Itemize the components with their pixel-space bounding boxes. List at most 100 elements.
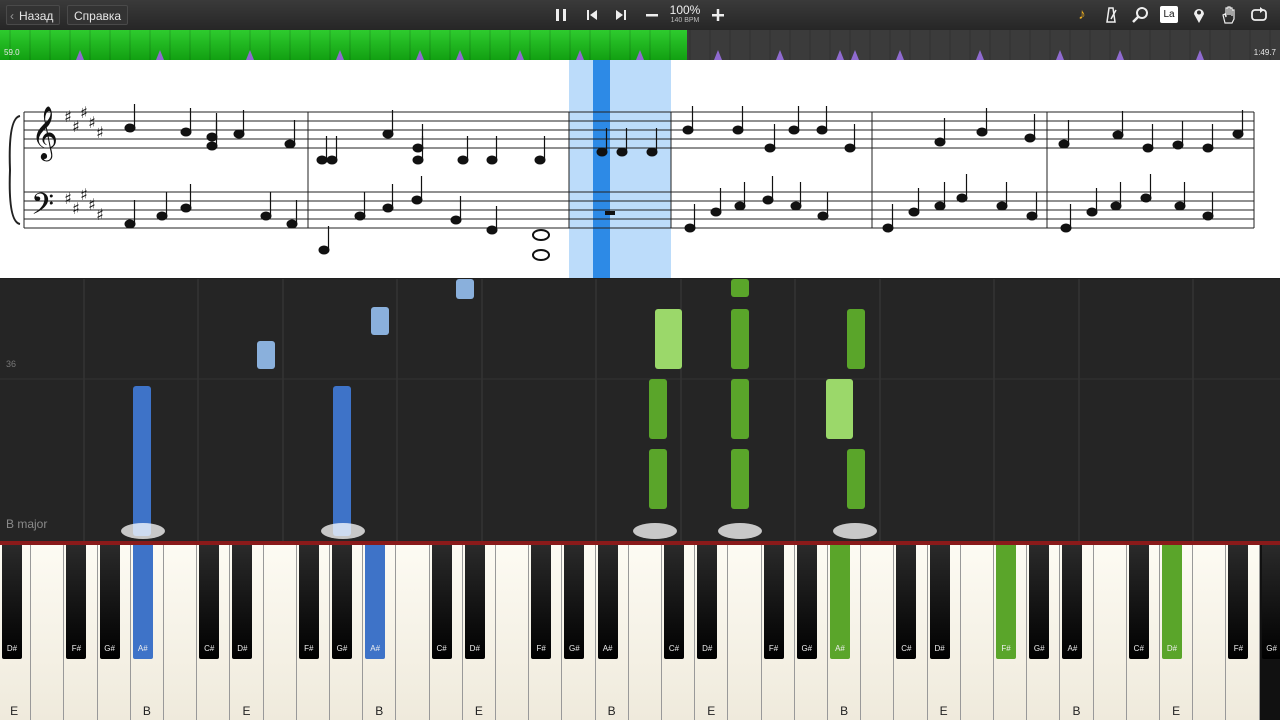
- black-key[interactable]: C#: [896, 545, 917, 659]
- black-key[interactable]: F#: [531, 545, 552, 659]
- piano-keyboard[interactable]: E B E B E B E B E B E D# F# G# A# C# D# F# G# A# C# D# F# G# A#…: [0, 541, 1280, 720]
- chevron-left-icon: ‹: [10, 9, 14, 23]
- note-head: [206, 141, 218, 151]
- black-key[interactable]: F#: [298, 545, 319, 659]
- svg-text:♯: ♯: [64, 107, 72, 126]
- timeline-start-time: 59.0: [4, 48, 20, 57]
- black-key[interactable]: F#: [1228, 545, 1249, 659]
- black-key[interactable]: A#: [597, 545, 618, 659]
- metronome-icon[interactable]: [1100, 4, 1122, 26]
- white-key-label: B: [375, 704, 384, 718]
- music-note-icon[interactable]: ♪: [1071, 4, 1093, 26]
- slower-minus-icon[interactable]: [641, 4, 663, 26]
- help-label: Справка: [74, 9, 122, 23]
- white-key[interactable]: [960, 545, 994, 720]
- black-key[interactable]: G#: [332, 545, 352, 659]
- white-key[interactable]: [628, 545, 662, 720]
- white-key[interactable]: [31, 545, 65, 720]
- skip-forward-icon[interactable]: [610, 4, 632, 26]
- svg-text:♯: ♯: [96, 123, 104, 142]
- sheet-music-notation: 𝄞 𝄢 ♯♯♯♯♯ ♯♯♯♯♯: [8, 60, 1255, 278]
- white-key[interactable]: [496, 545, 530, 720]
- svg-text:♯: ♯: [72, 199, 80, 218]
- back-button[interactable]: ‹ Назад: [6, 5, 61, 25]
- note-head: [486, 155, 498, 165]
- note-head: [1112, 130, 1124, 140]
- black-key[interactable]: D#: [929, 545, 950, 659]
- white-key[interactable]: [1093, 545, 1127, 720]
- loop-icon[interactable]: [1248, 4, 1270, 26]
- black-key[interactable]: F#: [66, 545, 87, 659]
- black-key-label: G#: [801, 644, 813, 653]
- black-key[interactable]: G#: [796, 545, 817, 659]
- note-head: [732, 125, 744, 135]
- black-key-label: F#: [1233, 644, 1244, 653]
- white-key[interactable]: [861, 545, 895, 720]
- black-key[interactable]: D#: [697, 545, 718, 659]
- timeline-scrubber[interactable]: 59.0 1:49.7: [0, 30, 1280, 60]
- note-head: [284, 139, 296, 149]
- black-key-label: C#: [901, 644, 912, 653]
- timeline-marker: [714, 50, 722, 60]
- timeline-marker: [976, 50, 984, 60]
- black-key-label: A#: [835, 644, 845, 653]
- falling-note: [731, 279, 749, 297]
- svg-text:♯: ♯: [88, 195, 96, 214]
- white-key[interactable]: [728, 545, 762, 720]
- black-key[interactable]: G#: [99, 545, 120, 659]
- falling-note: [731, 309, 749, 369]
- magnifier-icon[interactable]: [1129, 4, 1151, 26]
- timeline-markers: [9, 30, 1271, 60]
- white-key[interactable]: [164, 545, 198, 720]
- falling-note: [257, 341, 275, 369]
- black-key[interactable]: G#: [1261, 545, 1280, 659]
- black-key[interactable]: G#: [1029, 545, 1050, 659]
- note-head: [457, 155, 469, 165]
- black-key[interactable]: G#: [564, 545, 585, 659]
- help-button[interactable]: Справка: [67, 5, 129, 25]
- black-key[interactable]: F#: [996, 545, 1016, 659]
- faster-plus-icon[interactable]: [707, 4, 729, 26]
- note-head: [934, 201, 946, 211]
- sheet-music[interactable]: 𝄞 𝄢 ♯ ♯ ♯ ♯ ♯ ♯ ♯ ♯ ♯ ♯: [0, 60, 1280, 278]
- black-key[interactable]: C#: [199, 545, 220, 659]
- black-key-label: D#: [1166, 644, 1178, 653]
- black-key[interactable]: C#: [431, 545, 452, 659]
- note-head: [762, 195, 774, 205]
- white-key-label: E: [939, 704, 948, 718]
- location-pin-icon[interactable]: [1188, 4, 1210, 26]
- note-head: [206, 132, 218, 142]
- timeline-marker: [76, 50, 84, 60]
- white-key[interactable]: [263, 545, 297, 720]
- black-key[interactable]: D#: [1162, 545, 1182, 659]
- note-labels-toggle[interactable]: La: [1158, 4, 1180, 26]
- black-key[interactable]: C#: [1128, 545, 1149, 659]
- white-key-label: E: [242, 704, 251, 718]
- note-head: [412, 143, 424, 153]
- black-key[interactable]: D#: [232, 545, 253, 659]
- black-key[interactable]: A#: [365, 545, 386, 659]
- rewind-icon[interactable]: [581, 4, 603, 26]
- black-key[interactable]: D#: [2, 545, 22, 659]
- current-measure-highlight: [569, 60, 671, 278]
- falling-note: [731, 379, 749, 439]
- note-head: [788, 125, 800, 135]
- timeline-marker: [636, 50, 644, 60]
- black-key-label: D#: [469, 644, 480, 653]
- black-key[interactable]: F#: [763, 545, 784, 659]
- falling-note: [826, 379, 853, 439]
- pause-icon[interactable]: [550, 4, 572, 26]
- black-key[interactable]: D#: [464, 545, 485, 659]
- svg-text:♯: ♯: [80, 103, 88, 122]
- note-head: [976, 127, 988, 137]
- note-head: [411, 195, 423, 205]
- note-head: [1026, 211, 1038, 221]
- note-head: [1058, 139, 1070, 149]
- white-key[interactable]: [1193, 545, 1227, 720]
- hand-icon[interactable]: [1218, 4, 1240, 26]
- black-key[interactable]: A#: [1062, 545, 1083, 659]
- white-key[interactable]: [396, 545, 430, 720]
- black-key[interactable]: A#: [132, 545, 153, 659]
- black-key[interactable]: A#: [830, 545, 850, 659]
- black-key[interactable]: C#: [664, 545, 684, 659]
